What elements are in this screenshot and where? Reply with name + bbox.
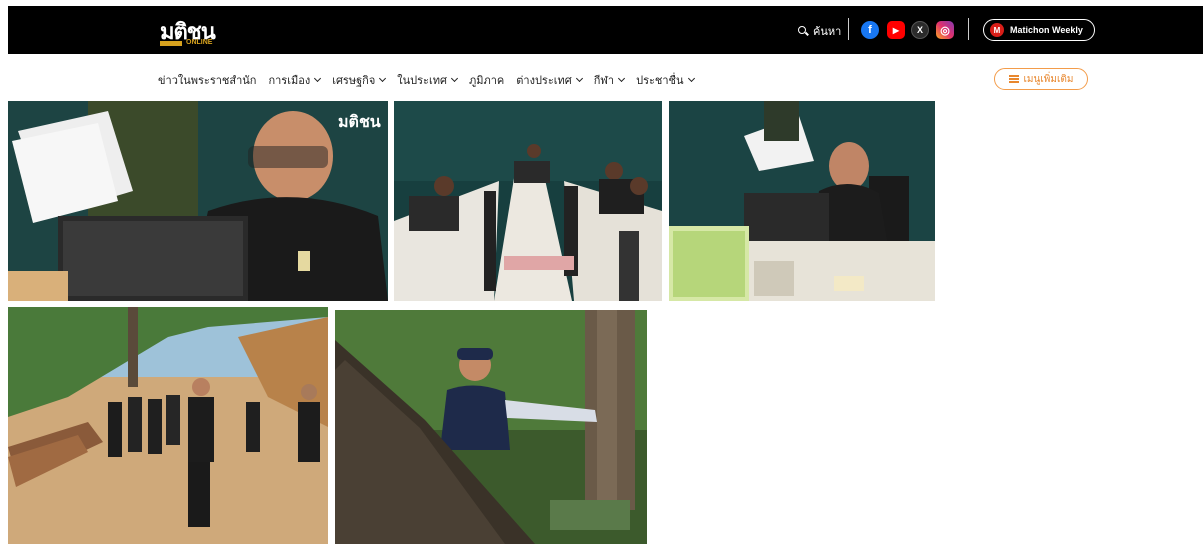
photo-forest-walk[interactable] xyxy=(8,307,328,544)
nav-label: การเมือง xyxy=(268,74,311,87)
photo-meeting-room-table[interactable] xyxy=(394,101,662,301)
youtube-icon[interactable]: ▶ xyxy=(887,21,905,39)
logo-sub: ONLINE xyxy=(160,39,228,48)
nav-item-royal-news[interactable]: ข่าวในพระราชสำนัก xyxy=(158,71,256,89)
nav-label: ต่างประเทศ xyxy=(516,74,572,87)
chevron-down-icon xyxy=(575,74,583,83)
matichon-weekly-label: Matichon Weekly xyxy=(1010,25,1083,35)
nav-label: ในประเทศ xyxy=(397,74,447,87)
top-bar: มติชน ONLINE ค้นหา f ▶ X ◎ M Matichon We… xyxy=(8,6,1203,54)
nav-item-regional[interactable]: ภูมิภาค xyxy=(469,71,504,89)
photo-watermark: มติชน xyxy=(338,112,381,131)
main-nav: ข่าวในพระราชสำนัก การเมือง เศรษฐกิจ ในปร… xyxy=(158,71,695,89)
hamburger-icon xyxy=(1008,75,1019,83)
nav-label: ประชาชื่น xyxy=(636,74,684,87)
more-menu-button[interactable]: เมนูเพิ่มเติม xyxy=(994,68,1088,90)
divider xyxy=(968,18,969,40)
divider xyxy=(848,18,849,40)
search-label: ค้นหา xyxy=(813,25,842,38)
chevron-down-icon xyxy=(379,74,387,83)
matichon-weekly-icon: M xyxy=(990,23,1004,37)
photo-image xyxy=(8,307,328,544)
nav-item-pracharchuen[interactable]: ประชาชื่น xyxy=(636,71,695,89)
search-icon xyxy=(798,25,809,37)
chevron-down-icon xyxy=(687,74,695,83)
chevron-down-icon xyxy=(450,74,458,83)
nav-label: เศรษฐกิจ xyxy=(332,74,376,87)
search-button[interactable]: ค้นหา xyxy=(798,22,841,40)
nav-item-domestic[interactable]: ในประเทศ xyxy=(397,71,458,89)
photo-official-holding-papers[interactable]: มติชน xyxy=(8,101,388,301)
x-icon[interactable]: X xyxy=(911,21,929,39)
matichon-weekly-button[interactable]: M Matichon Weekly xyxy=(983,19,1095,41)
photo-official-at-desk[interactable] xyxy=(669,101,935,301)
logo-sub-text: ONLINE xyxy=(186,39,213,46)
photo-image xyxy=(335,310,647,544)
nav-item-sports[interactable]: กีฬา xyxy=(593,71,626,89)
nav-item-economy[interactable]: เศรษฐกิจ xyxy=(332,71,387,89)
chevron-down-icon xyxy=(314,74,322,83)
nav-item-politics[interactable]: การเมือง xyxy=(268,71,322,89)
photo-image: มติชน xyxy=(8,101,388,301)
photo-image xyxy=(394,101,662,301)
photo-inspecting-tree[interactable] xyxy=(335,310,647,544)
facebook-icon[interactable]: f xyxy=(861,21,879,39)
chevron-down-icon xyxy=(618,74,626,83)
nav-label: ข่าวในพระราชสำนัก xyxy=(158,74,257,87)
instagram-icon[interactable]: ◎ xyxy=(936,21,954,39)
nav-label: ภูมิภาค xyxy=(468,74,505,87)
nav-item-foreign[interactable]: ต่างประเทศ xyxy=(516,71,583,89)
site-logo[interactable]: มติชน ONLINE xyxy=(160,14,232,48)
nav-label: กีฬา xyxy=(593,74,615,87)
more-menu-label: เมนูเพิ่มเติม xyxy=(1023,73,1074,85)
photo-image xyxy=(669,101,935,301)
